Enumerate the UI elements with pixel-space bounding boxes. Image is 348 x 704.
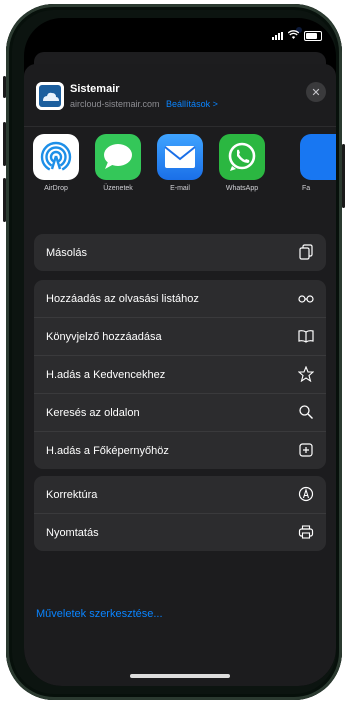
copy-icon: [298, 244, 314, 260]
share-app-mail[interactable]: E-mail: [152, 134, 208, 192]
action-label: H.adás a Főképernyőhöz: [46, 444, 169, 457]
volume-up-button: [3, 122, 6, 166]
action-find-on-page[interactable]: Keresés az oldalon: [34, 394, 326, 432]
share-sheet: Sistemair aircloud-sistemair.com Beállít…: [24, 64, 336, 686]
action-label: Másolás: [46, 246, 87, 259]
star-icon: [297, 365, 315, 383]
app-label: WhatsApp: [225, 185, 259, 192]
messages-icon: [95, 134, 141, 180]
add-square-icon: [298, 442, 314, 458]
app-label: Fa: [302, 185, 311, 192]
site-title: Sistemair: [70, 83, 120, 95]
site-subtitle: aircloud-sistemair.com Beállítások >: [70, 99, 218, 109]
share-app-facebook[interactable]: Fa: [276, 134, 336, 192]
action-label: H.adás a Kedvencekhez: [46, 368, 166, 381]
home-indicator: [130, 674, 230, 678]
battery-icon: [304, 31, 322, 41]
close-icon: ✕: [311, 86, 321, 99]
print-icon: [298, 524, 314, 540]
airdrop-icon: [33, 134, 79, 180]
action-reading-list[interactable]: Hozzáadás az olvasási listához: [34, 280, 326, 318]
app-label: Üzenetek: [103, 185, 133, 192]
close-button[interactable]: ✕: [306, 82, 326, 102]
share-app-messages[interactable]: Üzenetek: [90, 134, 146, 192]
mail-icon: [157, 134, 203, 180]
edit-actions-link[interactable]: Műveletek szerkesztése...: [36, 608, 163, 620]
action-label: Korrektúra: [46, 488, 98, 501]
action-print[interactable]: Nyomtatás: [34, 514, 326, 551]
facebook-icon: [300, 134, 336, 180]
action-label: Keresés az oldalon: [46, 406, 140, 419]
share-app-airdrop[interactable]: AirDrop: [28, 134, 84, 192]
site-icon: [36, 82, 64, 110]
side-button: [342, 144, 345, 208]
status-bar: [272, 30, 322, 42]
action-copy[interactable]: Másolás: [34, 234, 326, 271]
screen: Sistemair aircloud-sistemair.com Beállít…: [24, 18, 336, 686]
settings-link[interactable]: Beállítások >: [166, 99, 218, 109]
share-header: Sistemair aircloud-sistemair.com Beállít…: [24, 64, 336, 127]
signal-icon: [272, 32, 283, 40]
notch: [100, 18, 302, 44]
wifi-icon: [287, 30, 300, 42]
action-label: Nyomtatás: [46, 526, 99, 539]
glasses-icon: [298, 290, 314, 306]
action-add-to-home[interactable]: H.adás a Főképernyőhöz: [34, 432, 326, 469]
share-app-whatsapp[interactable]: WhatsApp: [214, 134, 270, 192]
mute-switch: [3, 76, 6, 98]
action-label: Hozzáadás az olvasási listához: [46, 292, 199, 305]
action-favorites[interactable]: H.adás a Kedvencekhez: [34, 356, 326, 394]
app-row: AirDrop Üzenetek E-mail WhatsApp Fa: [24, 134, 336, 224]
phone-frame: Sistemair aircloud-sistemair.com Beállít…: [3, 4, 345, 700]
app-label: E-mail: [170, 185, 190, 192]
action-group-page: Hozzáadás az olvasási listához Könyvjelz…: [34, 280, 326, 469]
volume-down-button: [3, 178, 6, 222]
book-icon: [298, 328, 314, 344]
action-group-copy: Másolás: [34, 234, 326, 271]
markup-icon: [298, 486, 314, 502]
action-group-misc: Korrektúra Nyomtatás: [34, 476, 326, 551]
site-url: aircloud-sistemair.com: [70, 99, 160, 109]
search-icon: [298, 404, 314, 420]
action-markup[interactable]: Korrektúra: [34, 476, 326, 514]
action-label: Könyvjelző hozzáadása: [46, 330, 162, 343]
whatsapp-icon: [219, 134, 265, 180]
action-bookmark[interactable]: Könyvjelző hozzáadása: [34, 318, 326, 356]
app-label: AirDrop: [44, 185, 68, 192]
